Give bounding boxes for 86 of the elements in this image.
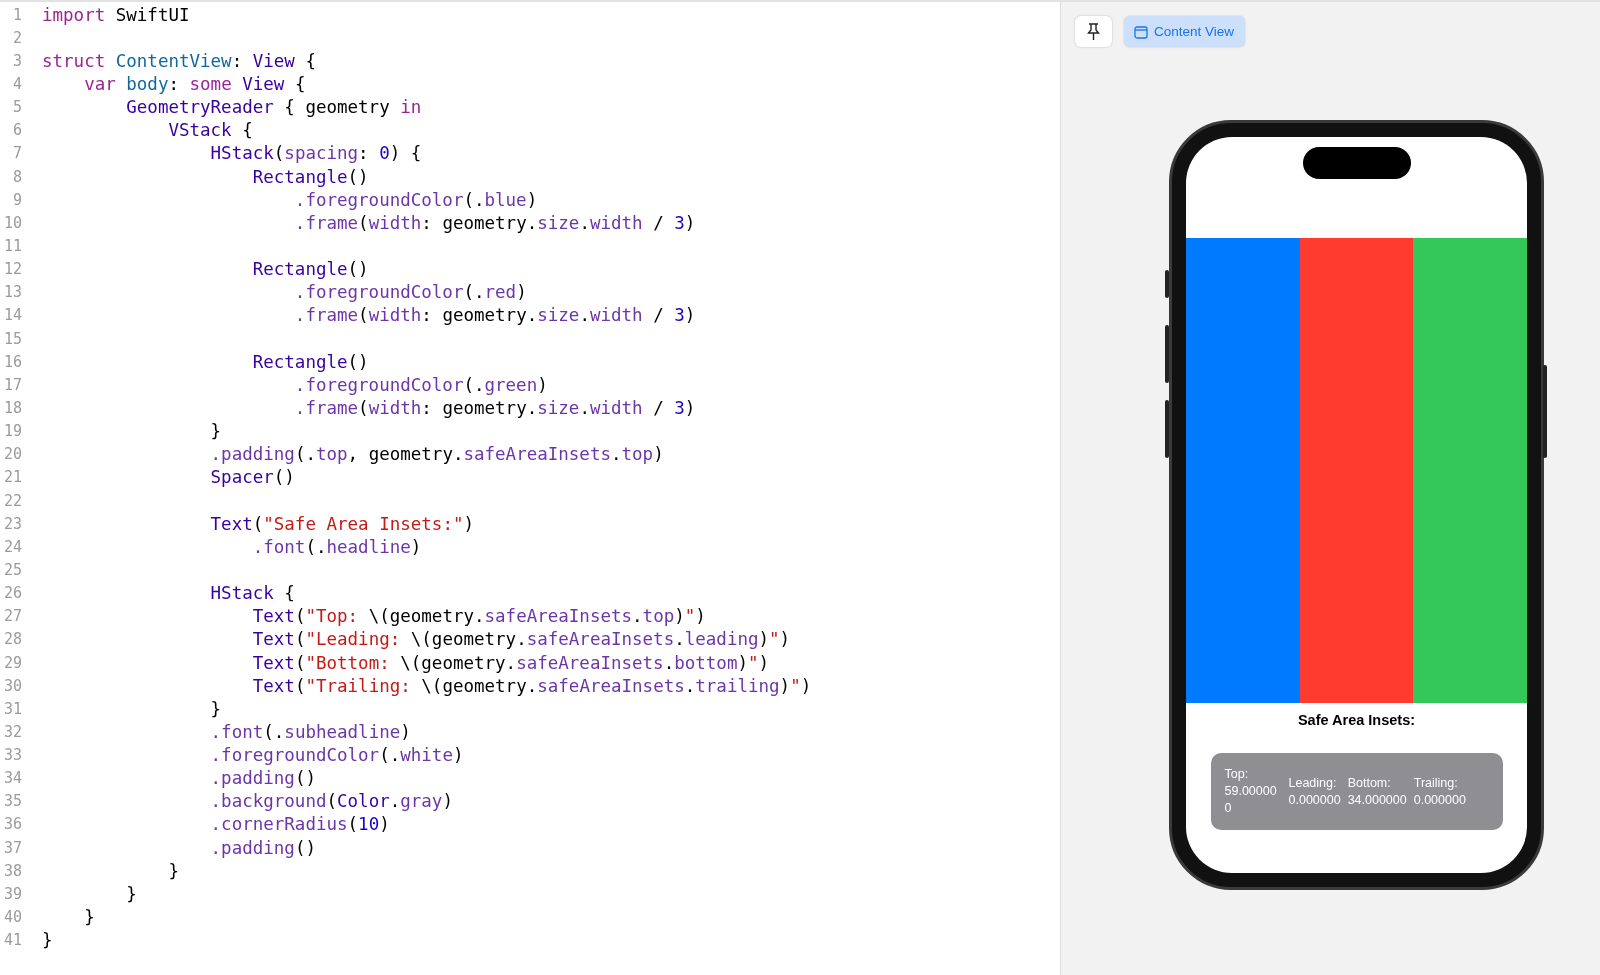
line-number: 17 xyxy=(2,375,22,394)
line-number: 6 xyxy=(11,121,22,140)
code-line: var body: some View { xyxy=(83,74,306,94)
line-number: 37 xyxy=(2,838,22,857)
code-line: .foregroundColor(.blue) xyxy=(293,189,538,210)
line-number: 31 xyxy=(2,699,22,718)
line-number: 38 xyxy=(2,861,22,880)
code-line: .font(.headline) xyxy=(251,536,422,557)
line-number: 39 xyxy=(2,884,22,903)
code-line: .font(.subheadline) xyxy=(209,721,411,742)
line-number: 35 xyxy=(2,792,22,811)
line-number: 24 xyxy=(2,537,22,556)
code-line: .foregroundColor(.white) xyxy=(209,745,464,766)
line-number: 1 xyxy=(11,5,22,24)
inset-value: Top: 59.000000 xyxy=(1224,766,1278,817)
code-line: .padding() xyxy=(209,837,316,858)
line-number: 34 xyxy=(2,769,22,788)
code-line: Spacer() xyxy=(209,467,295,488)
preview-tab[interactable]: Content View xyxy=(1124,16,1246,47)
pin-button[interactable] xyxy=(1075,16,1112,47)
code-line: .frame(width: geometry.size.width / 3) xyxy=(293,212,696,233)
line-number: 41 xyxy=(2,931,22,950)
code-line: import SwiftUI xyxy=(42,4,190,25)
code-line: Rectangle() xyxy=(251,166,369,187)
line-number: 4 xyxy=(11,75,22,93)
line-number: 10 xyxy=(2,213,22,232)
line-number: 29 xyxy=(2,653,22,672)
window-icon xyxy=(1134,24,1148,39)
line-number: 16 xyxy=(2,352,22,371)
insets-title: Safe Area Insets: xyxy=(1297,712,1416,728)
code-line: GeometryReader { geometry in xyxy=(125,97,422,118)
code-line: } xyxy=(209,421,222,442)
code-line: } xyxy=(209,698,222,719)
code-line: Text("Bottom: \(geometry.safeAreaInsets.bottom)") xyxy=(251,652,770,673)
inset-value: Leading: 0.000000 xyxy=(1288,774,1341,809)
line-number: 13 xyxy=(2,283,22,302)
line-number: 27 xyxy=(2,607,22,626)
line-number: 8 xyxy=(11,167,22,186)
line-number: 5 xyxy=(11,98,22,117)
code-line: Rectangle() xyxy=(251,259,369,280)
line-number: 2 xyxy=(11,28,22,47)
code-line: } xyxy=(125,883,137,904)
code-line: .foregroundColor(.red) xyxy=(293,282,527,303)
line-number: 19 xyxy=(2,422,22,441)
line-number: 9 xyxy=(11,190,22,209)
code-line: Text("Trailing: \(geometry.safeAreaInsets.trailing)") xyxy=(251,675,812,696)
line-number: 14 xyxy=(2,306,22,325)
code-line: } xyxy=(167,860,179,881)
code-line: .cornerRadius(10) xyxy=(209,814,390,835)
line-number: 11 xyxy=(2,236,22,255)
line-number: 26 xyxy=(2,584,22,603)
code-line: Text("Top: \(geometry.safeAreaInsets.top)") xyxy=(251,606,706,627)
code-line: .padding(.top, geometry.safeAreaInsets.top) xyxy=(209,444,664,465)
line-number: 22 xyxy=(2,491,22,510)
line-number: 40 xyxy=(2,908,22,927)
code-line: VStack { xyxy=(167,120,253,141)
line-number: 12 xyxy=(2,260,22,279)
line-number: 7 xyxy=(11,144,22,163)
inset-value: Trailing: 0.000000 xyxy=(1413,774,1466,809)
code-line: } xyxy=(42,930,53,951)
code-line: struct ContentView: View { xyxy=(42,50,316,71)
line-number: 32 xyxy=(2,722,22,741)
code-line: Text("Leading: \(geometry.safeAreaInsets.leading)") xyxy=(251,629,791,650)
code-line: .foregroundColor(.green) xyxy=(293,374,548,395)
inset-value: Bottom: 34.000000 xyxy=(1347,774,1407,809)
line-number: 23 xyxy=(2,514,22,533)
code-line: .padding() xyxy=(209,768,316,789)
line-number: 3 xyxy=(11,51,22,70)
code-line: .frame(width: geometry.size.width / 3) xyxy=(293,397,696,418)
line-number: 25 xyxy=(2,560,22,579)
line-number: 18 xyxy=(2,398,22,417)
code-line: Text("Safe Area Insets:") xyxy=(209,513,474,534)
line-number: 36 xyxy=(2,815,22,834)
code-line: Rectangle() xyxy=(251,351,369,372)
line-number: 28 xyxy=(2,630,22,649)
code-line: HStack { xyxy=(209,583,295,604)
line-number: 30 xyxy=(2,676,22,695)
line-number: 20 xyxy=(2,445,22,464)
line-number: 15 xyxy=(2,329,22,348)
code-line: .background(Color.gray) xyxy=(209,791,453,812)
pin-icon xyxy=(1087,22,1100,41)
code-line: } xyxy=(83,907,95,928)
code-line: .frame(width: geometry.size.width / 3) xyxy=(293,305,696,326)
line-number: 33 xyxy=(2,746,22,765)
code-line: HStack(spacing: 0) { xyxy=(209,143,422,164)
line-number: 21 xyxy=(2,468,22,487)
